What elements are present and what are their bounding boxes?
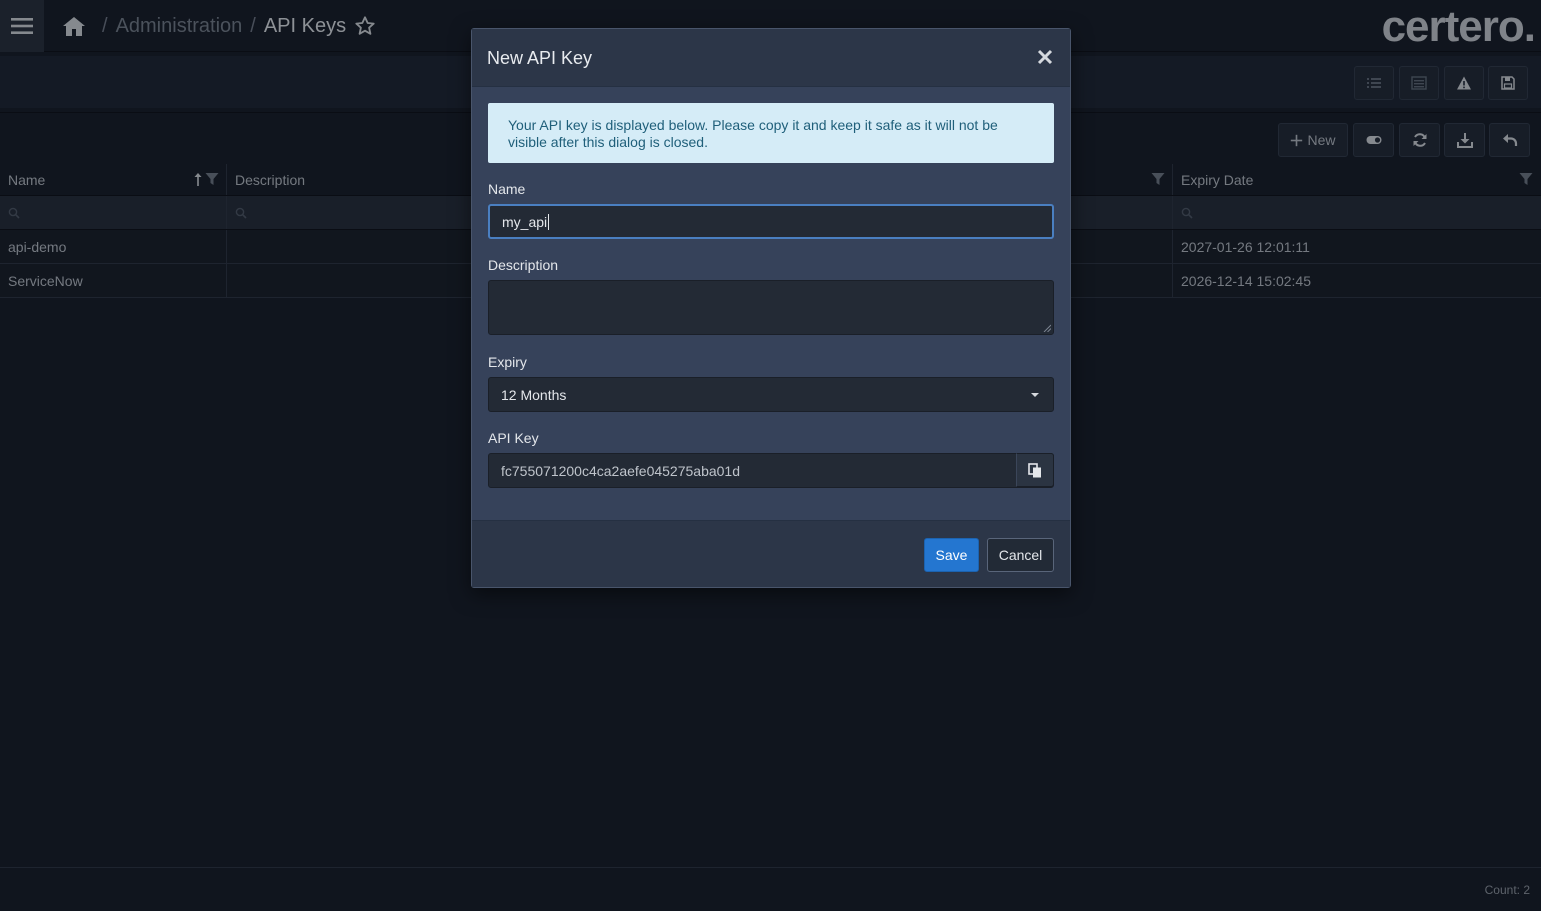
name-label: Name <box>488 181 526 197</box>
chevron-down-icon <box>1031 393 1039 397</box>
cancel-button[interactable]: Cancel <box>987 538 1054 572</box>
expiry-label: Expiry <box>488 354 527 370</box>
description-textarea[interactable] <box>488 280 1054 335</box>
name-input[interactable]: my_api <box>488 204 1054 239</box>
expiry-select[interactable]: 12 Months <box>488 377 1054 412</box>
dialog-footer: Save Cancel <box>472 520 1070 587</box>
api-key-value: fc755071200c4ca2aefe045275aba01d <box>501 462 741 479</box>
text-cursor <box>548 213 550 230</box>
dialog-title: New API Key <box>487 48 593 68</box>
save-button[interactable]: Save <box>924 538 979 572</box>
expiry-select-value: 12 Months <box>501 386 567 403</box>
new-api-key-dialog: New API Key Your API key is displayed be… <box>471 28 1071 588</box>
info-alert: Your API key is displayed below. Please … <box>488 103 1054 163</box>
copy-icon <box>1028 462 1041 477</box>
copy-api-key-button[interactable] <box>1016 453 1054 487</box>
dialog-body: Your API key is displayed below. Please … <box>472 87 1070 520</box>
resize-handle-icon[interactable] <box>1043 324 1051 332</box>
api-key-label: API Key <box>488 430 539 446</box>
name-input-value: my_api <box>502 213 548 230</box>
dialog-header: New API Key <box>472 29 1070 87</box>
close-icon[interactable] <box>1036 48 1054 66</box>
api-key-field[interactable]: fc755071200c4ca2aefe045275aba01d <box>488 453 1054 488</box>
description-label: Description <box>488 257 559 273</box>
